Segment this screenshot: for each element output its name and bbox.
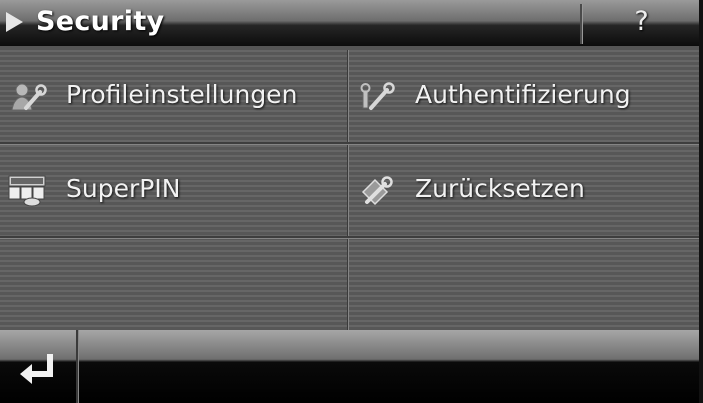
menu-item-superpin[interactable]: SuperPIN (0, 144, 348, 236)
superpin-icon (8, 175, 46, 207)
return-arrow-icon (20, 354, 53, 384)
bottom-bar (0, 330, 699, 403)
security-screen: Security ? Profileinstellungen Authentif… (0, 0, 703, 403)
title-bar: Security ? (0, 0, 703, 46)
key-wrench-icon (360, 82, 395, 110)
back-button[interactable] (0, 330, 76, 403)
screen-edge (699, 0, 703, 403)
menu-item-authentifizierung[interactable]: Authentifizierung (349, 50, 699, 142)
menu-item-profileinstellungen[interactable]: Profileinstellungen (0, 50, 348, 142)
menu-grid: Profileinstellungen Authentifizierung Su… (0, 50, 703, 330)
reset-wrench-icon (361, 176, 393, 206)
help-icon: ? (634, 6, 649, 37)
wrench-profile-icon (11, 83, 47, 111)
help-button[interactable]: ? (584, 0, 699, 46)
menu-item-label: SuperPIN (66, 174, 181, 203)
page-title: Security (36, 6, 165, 37)
empty-cell (0, 238, 348, 330)
bottom-separator (76, 330, 79, 403)
menu-item-label: Authentifizierung (415, 80, 631, 109)
empty-cell (349, 238, 699, 330)
menu-item-label: Profileinstellungen (66, 80, 298, 109)
menu-item-label: Zurücksetzen (415, 174, 585, 203)
title-arrow-icon (6, 12, 23, 32)
menu-item-zuruecksetzen[interactable]: Zurücksetzen (349, 144, 699, 236)
title-separator (580, 4, 583, 44)
